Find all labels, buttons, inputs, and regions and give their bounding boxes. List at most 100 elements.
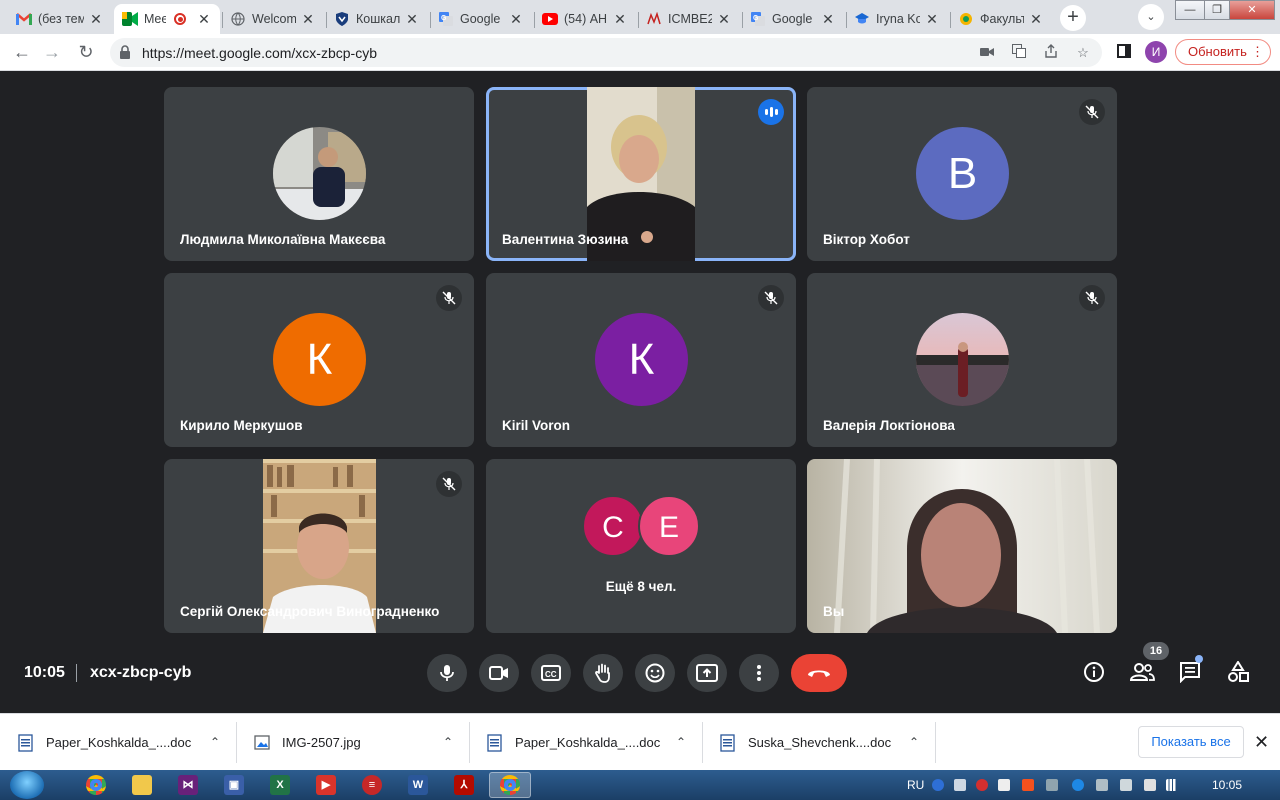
tab-title: Google	[772, 12, 813, 26]
tray-zoom-icon[interactable]	[1046, 779, 1058, 791]
participant-tile[interactable]: Людмила Миколаївна Макєєва	[164, 87, 474, 261]
participant-tile[interactable]: Сергій Олександрович Виноградненко	[164, 459, 474, 633]
tray-app-icon[interactable]	[976, 779, 988, 791]
people-button[interactable]	[1126, 656, 1158, 688]
participant-tile[interactable]: К Кирило Меркушов	[164, 273, 474, 447]
close-window-button[interactable]: ✕	[1229, 0, 1275, 20]
help-icon[interactable]	[932, 779, 944, 791]
tray-arrows-icon[interactable]	[954, 779, 966, 791]
camera-icon[interactable]	[978, 44, 996, 62]
close-tab-icon[interactable]: ✕	[924, 11, 940, 27]
present-button[interactable]	[687, 654, 727, 692]
close-tab-icon[interactable]: ✕	[716, 11, 732, 27]
close-tab-icon[interactable]: ✕	[196, 11, 212, 27]
tab-welcome[interactable]: Welcome ✕	[222, 4, 324, 34]
tab-iryna[interactable]: Iryna Ko ✕	[846, 4, 948, 34]
participant-name: Віктор Хобот	[823, 232, 910, 247]
profile-avatar[interactable]: И	[1145, 41, 1167, 63]
tab-google-1[interactable]: G Google ✕	[430, 4, 532, 34]
clock[interactable]: 10:05	[1212, 770, 1242, 800]
tray-network-x-icon[interactable]	[1096, 779, 1108, 791]
tray-usb-icon[interactable]	[998, 779, 1010, 791]
reactions-button[interactable]	[635, 654, 675, 692]
taskbar-acrobat[interactable]: ⅄	[443, 772, 485, 798]
minimize-button[interactable]: —	[1175, 0, 1205, 20]
tab-gmail[interactable]: (без темы) ✕	[8, 4, 112, 34]
close-tab-icon[interactable]: ✕	[1028, 11, 1044, 27]
forward-button[interactable]: →	[40, 41, 64, 65]
taskbar-explorer[interactable]	[121, 772, 163, 798]
show-all-downloads-button[interactable]: Показать все	[1138, 726, 1244, 758]
participant-tile[interactable]: К Kiril Voron	[486, 273, 796, 447]
leave-call-button[interactable]	[791, 654, 847, 692]
microphone-button[interactable]	[427, 654, 467, 692]
meeting-details-button[interactable]	[1078, 656, 1110, 688]
participant-tile[interactable]: В Віктор Хобот	[807, 87, 1117, 261]
download-item[interactable]: Paper_Koshkalda_....doc ⌃	[469, 714, 702, 771]
vs-icon: ⋈	[178, 775, 198, 795]
tab-search-button[interactable]: ⌄	[1138, 4, 1164, 30]
share-icon[interactable]	[1042, 44, 1060, 62]
raise-hand-button[interactable]	[583, 654, 623, 692]
bookmark-star-icon[interactable]: ☆	[1074, 44, 1092, 62]
chevron-up-icon[interactable]: ⌃	[443, 735, 453, 749]
floppy-icon: ▣	[224, 775, 244, 795]
download-item[interactable]: Paper_Koshkalda_....doc ⌃	[0, 714, 236, 771]
download-item[interactable]: IMG-2507.jpg ⌃	[236, 714, 469, 771]
close-downloads-icon[interactable]: ✕	[1254, 732, 1269, 753]
tab-koshkalda[interactable]: Кошкалда ✕	[326, 4, 428, 34]
language-indicator[interactable]: RU	[907, 770, 924, 800]
close-tab-icon[interactable]: ✕	[88, 11, 104, 27]
download-item[interactable]: Suska_Shevchenk....doc ⌃	[702, 714, 935, 771]
globe-icon	[230, 11, 246, 27]
tray-display-icon[interactable]	[1120, 779, 1132, 791]
reload-button[interactable]: ↻	[74, 41, 98, 65]
more-participants-tile[interactable]: С Е Ещё 8 чел.	[486, 459, 796, 633]
start-button[interactable]	[10, 771, 44, 799]
side-panel-icon[interactable]	[1117, 44, 1131, 58]
close-tab-icon[interactable]: ✕	[612, 11, 628, 27]
address-bar[interactable]: https://meet.google.com/xcx-zbcp-cyb ☆	[110, 38, 1102, 67]
taskbar-chrome-active[interactable]	[489, 772, 531, 798]
chevron-up-icon[interactable]: ⌃	[210, 735, 220, 749]
chevron-up-icon[interactable]: ⌃	[909, 735, 919, 749]
camera-button[interactable]	[479, 654, 519, 692]
update-button[interactable]: Обновить ⋮	[1175, 39, 1271, 65]
activities-button[interactable]	[1222, 656, 1254, 688]
close-tab-icon[interactable]: ✕	[508, 11, 524, 27]
download-filename: Suska_Shevchenk....doc	[748, 735, 892, 750]
tab-youtube[interactable]: (54) АН ✕	[534, 4, 636, 34]
taskbar-word[interactable]: W	[397, 772, 439, 798]
participant-tile-speaking[interactable]: Валентина Зюзина	[486, 87, 796, 261]
tray-antivirus-icon[interactable]	[1022, 779, 1034, 791]
bluetooth-icon[interactable]	[1072, 779, 1084, 791]
volume-icon[interactable]	[1144, 779, 1156, 791]
captions-button[interactable]: CC	[531, 654, 571, 692]
close-tab-icon[interactable]: ✕	[404, 11, 420, 27]
taskbar-visual-studio[interactable]: ⋈	[167, 772, 209, 798]
restore-button[interactable]: ❐	[1204, 0, 1230, 20]
close-tab-icon[interactable]: ✕	[300, 11, 316, 27]
tab-faculty[interactable]: Факульт ✕	[950, 4, 1052, 34]
translate-icon[interactable]	[1010, 44, 1028, 62]
taskbar-media[interactable]: ▶	[305, 772, 347, 798]
google-translate-icon: G	[750, 11, 766, 27]
chevron-up-icon[interactable]: ⌃	[676, 735, 686, 749]
taskbar-chrome[interactable]	[75, 772, 117, 798]
self-view-tile[interactable]: Вы	[807, 459, 1117, 633]
tab-meet[interactable]: Meet ✕	[114, 4, 220, 34]
more-options-button[interactable]	[739, 654, 779, 692]
taskbar-excel[interactable]: X	[259, 772, 301, 798]
tab-icmbe[interactable]: ICMBE2 ✕	[638, 4, 740, 34]
participant-tile[interactable]: Валерія Локтіонова	[807, 273, 1117, 447]
recording-dot-icon	[174, 13, 186, 25]
taskbar-save-app[interactable]: ▣	[213, 772, 255, 798]
tab-google-2[interactable]: G Google ✕	[742, 4, 844, 34]
back-button[interactable]: ←	[10, 41, 34, 65]
new-tab-button[interactable]: +	[1060, 5, 1086, 31]
signal-bars-icon[interactable]	[1166, 779, 1178, 791]
close-tab-icon[interactable]: ✕	[820, 11, 836, 27]
more-participants-label: Ещё 8 чел.	[605, 579, 677, 594]
participant-name: Людмила Миколаївна Макєєва	[180, 232, 386, 247]
taskbar-app[interactable]: ≡	[351, 772, 393, 798]
